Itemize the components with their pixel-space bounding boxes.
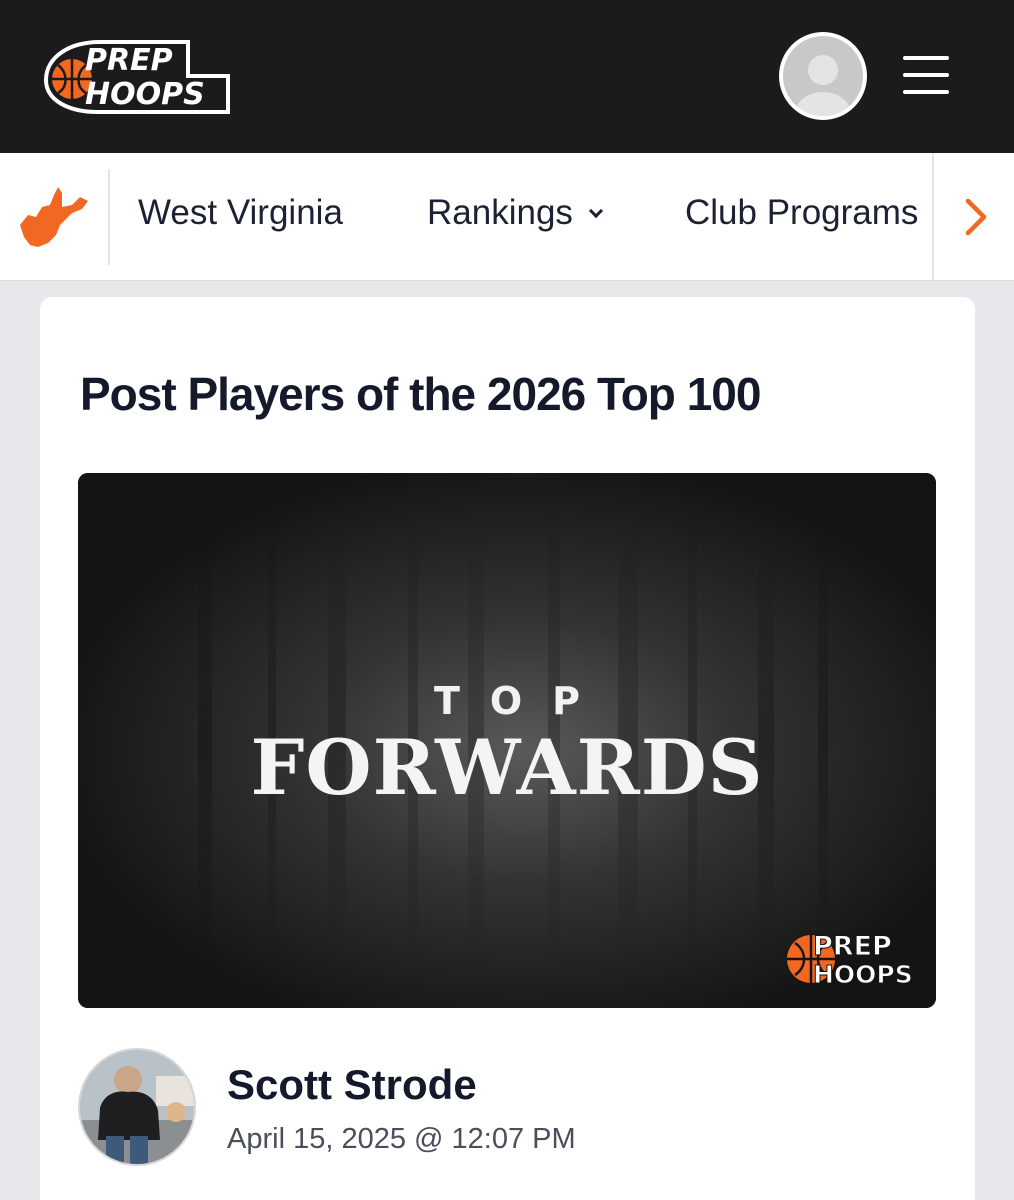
hero-logo-text-prep: PREP xyxy=(813,931,892,962)
hamburger-menu-icon[interactable] xyxy=(903,56,949,94)
profile-button[interactable] xyxy=(779,32,867,120)
article-card: Post Players of the 2026 Top 100 TOP FOR… xyxy=(40,297,975,1200)
prep-hoops-logo[interactable]: PREP HOOPS xyxy=(38,36,233,118)
west-virginia-map-icon[interactable] xyxy=(18,185,90,251)
nav-item-club-programs[interactable]: Club Programs xyxy=(685,193,918,233)
site-header: PREP HOOPS xyxy=(0,0,1014,153)
nav-item-label: Club Programs xyxy=(685,193,919,232)
hero-text-forwards: FORWARDS xyxy=(250,723,764,812)
hero-logo-text-hoops: HOOPS xyxy=(813,960,913,989)
nav-item-label: West Virginia xyxy=(138,193,343,232)
state-nav-bar: West Virginia Rankings Club Programs xyxy=(0,153,1014,281)
article-title[interactable]: Post Players of the 2026 Top 100 xyxy=(80,367,761,421)
author-name[interactable]: Scott Strode xyxy=(227,1061,477,1109)
article-hero-image[interactable]: TOP FORWARDS PREP HOOPS xyxy=(78,473,936,1008)
logo-text-prep: PREP xyxy=(85,43,173,78)
nav-item-label: Rankings xyxy=(427,193,573,232)
logo-text-hoops: HOOPS xyxy=(85,77,205,112)
nav-divider xyxy=(932,153,934,281)
user-avatar-icon xyxy=(783,36,863,116)
chevron-down-icon xyxy=(588,203,603,219)
hero-prep-hoops-logo: PREP HOOPS xyxy=(783,925,913,990)
nav-items: West Virginia Rankings Club Programs xyxy=(110,153,932,281)
hero-text-top: TOP xyxy=(433,679,611,723)
chevron-right-icon[interactable] xyxy=(952,193,998,241)
nav-item-west-virginia[interactable]: West Virginia xyxy=(138,193,343,233)
nav-item-rankings[interactable]: Rankings xyxy=(427,193,603,233)
author-avatar[interactable] xyxy=(78,1048,196,1166)
publish-date: April 15, 2025 @ 12:07 PM xyxy=(227,1123,576,1155)
